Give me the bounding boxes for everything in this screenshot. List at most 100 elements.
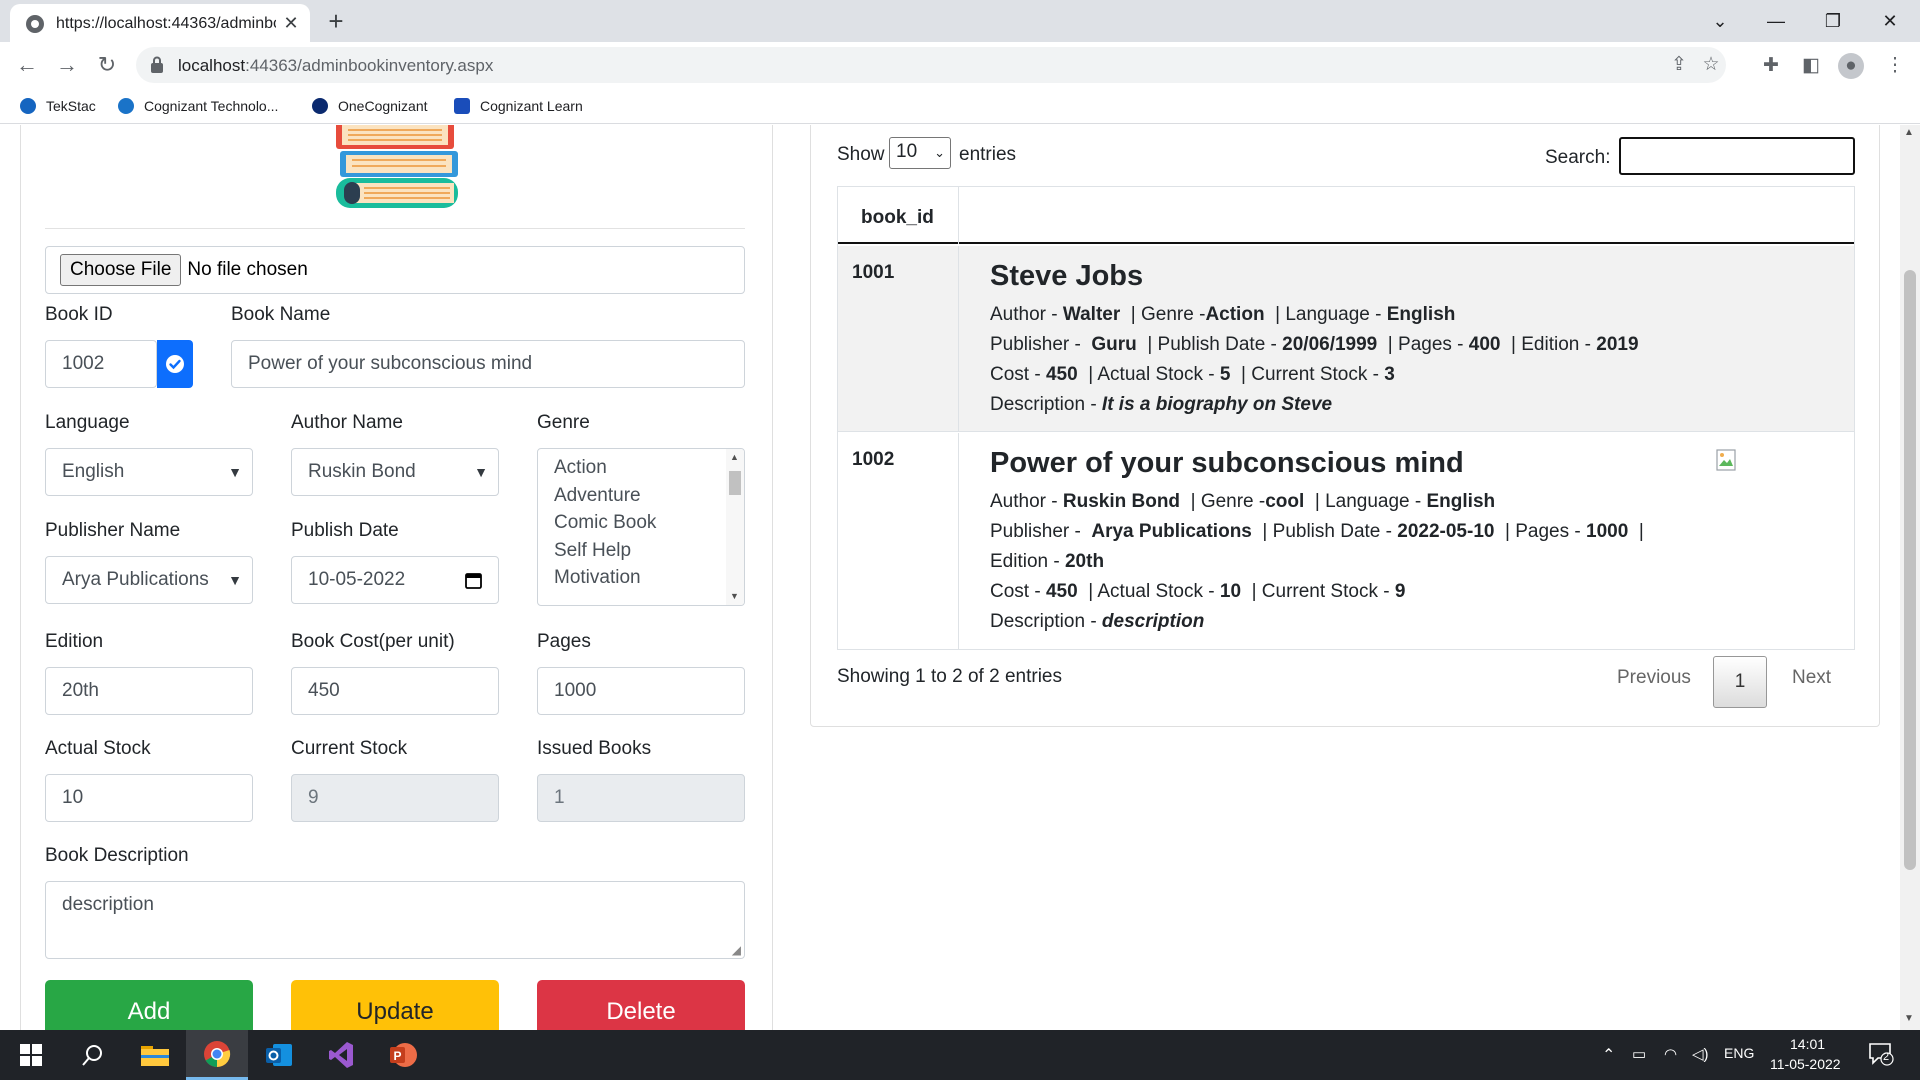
start-button[interactable]	[0, 1030, 62, 1080]
visual-studio-icon	[329, 1042, 353, 1068]
genre-option[interactable]: Comic Book	[554, 512, 656, 534]
file-status: No file chosen	[187, 259, 308, 280]
table-row[interactable]: 1002 Power of your subconscious mind Aut…	[838, 433, 1854, 649]
tab-search-icon[interactable]: ⌄	[1700, 6, 1740, 36]
row-line-author: Author - Walter | Genre -Action | Langua…	[990, 304, 1456, 325]
volume-icon[interactable]: ◁)	[1692, 1045, 1709, 1063]
actual-stock-input[interactable]: 10	[45, 774, 253, 822]
bookmark-cognizant-learn[interactable]: Cognizant Learn	[454, 96, 583, 116]
extensions-icon[interactable]: ✚	[1758, 53, 1784, 79]
minimize-button[interactable]: —	[1756, 6, 1796, 36]
table-header[interactable]: book_id	[838, 187, 1854, 244]
page-scrollbar[interactable]: ▲ ▼	[1900, 125, 1920, 1030]
bookmark-cognizant-technology[interactable]: Cognizant Technolo...	[118, 96, 278, 116]
publisher-select[interactable]: Arya Publications ▼	[45, 556, 253, 604]
genre-option[interactable]: Motivation	[554, 567, 641, 589]
visual-studio-button[interactable]	[310, 1030, 372, 1080]
notifications-button[interactable]: 2	[1868, 1042, 1894, 1066]
tab-close-icon[interactable]: ✕	[280, 12, 302, 34]
chrome-button[interactable]	[186, 1030, 248, 1080]
book-id-input[interactable]: 1002	[45, 340, 157, 388]
search-button[interactable]	[62, 1030, 124, 1080]
globe-icon	[26, 15, 44, 33]
restore-button[interactable]: ❐	[1813, 6, 1853, 36]
publish-date-label: Publish Date	[291, 520, 399, 541]
entries-select[interactable]: 10 ⌄	[889, 137, 951, 169]
genre-scrollbar[interactable]: ▲ ▼	[726, 449, 744, 605]
star-icon[interactable]: ☆	[1698, 52, 1724, 78]
table-row[interactable]: 1001 Steve Jobs Author - Walter | Genre …	[838, 246, 1854, 432]
close-window-button[interactable]: ✕	[1870, 6, 1910, 36]
entries-value: 10	[896, 141, 918, 162]
side-panel-icon[interactable]: ◧	[1798, 53, 1824, 79]
browser-tab[interactable]: https://localhost:44363/adminbo ✕	[10, 4, 310, 42]
share-icon[interactable]: ⇪	[1666, 52, 1692, 78]
genre-option[interactable]: Self Help	[554, 540, 631, 562]
row-book-title: Power of your subconscious mind	[990, 447, 1464, 479]
genre-option[interactable]: Adventure	[554, 485, 641, 507]
search-input[interactable]	[1619, 137, 1855, 175]
resize-handle-icon[interactable]: ◢	[732, 943, 741, 957]
book-cost-input[interactable]: 450	[291, 667, 499, 715]
file-upload-field[interactable]: Choose File No file chosen	[45, 246, 745, 294]
scroll-thumb[interactable]	[1904, 270, 1916, 870]
wifi-icon[interactable]: ◠	[1664, 1045, 1677, 1063]
author-name-label: Author Name	[291, 412, 403, 433]
genre-option[interactable]: Action	[554, 457, 607, 479]
broken-image-icon	[1716, 449, 1736, 471]
scroll-up-icon[interactable]: ▲	[730, 452, 739, 462]
scroll-down-icon[interactable]: ▼	[730, 591, 739, 601]
new-tab-button[interactable]: +	[322, 8, 350, 36]
edition-input[interactable]: 20th	[45, 667, 253, 715]
file-explorer-button[interactable]	[124, 1030, 186, 1080]
back-icon[interactable]: ←	[12, 50, 42, 80]
scroll-down-icon[interactable]: ▼	[1904, 1013, 1914, 1024]
publish-date-input[interactable]: 10-05-2022	[291, 556, 499, 604]
calendar-icon[interactable]	[465, 572, 482, 589]
scroll-thumb[interactable]	[729, 471, 741, 495]
delete-button[interactable]: Delete	[537, 980, 745, 1030]
reload-icon[interactable]: ↻	[92, 50, 122, 80]
book-description-label: Book Description	[45, 845, 189, 866]
bookmark-tekstac[interactable]: TekStac	[20, 96, 96, 116]
row-book-title: Steve Jobs	[990, 260, 1144, 292]
clock-date[interactable]: 11-05-2022	[1770, 1056, 1841, 1072]
language-indicator[interactable]: ENG	[1724, 1045, 1754, 1061]
pages-input[interactable]: 1000	[537, 667, 745, 715]
author-value: Ruskin Bond	[308, 461, 416, 482]
publish-date-value: 10-05-2022	[308, 569, 406, 590]
column-header-book-id[interactable]: book_id	[861, 207, 934, 229]
book-name-input[interactable]: Power of your subconscious mind	[231, 340, 745, 388]
browser-toolbar: ← → ↻ localhost:44363/adminbookinventory…	[0, 42, 1920, 88]
tray-overflow-icon[interactable]: ⌃	[1602, 1045, 1615, 1065]
update-button[interactable]: Update	[291, 980, 499, 1030]
folder-icon	[141, 1046, 169, 1066]
language-select[interactable]: English ▼	[45, 448, 253, 496]
menu-icon[interactable]: ⋮	[1882, 53, 1908, 79]
add-button[interactable]: Add	[45, 980, 253, 1030]
choose-file-button[interactable]: Choose File	[60, 254, 182, 286]
go-button[interactable]	[157, 340, 193, 388]
bookmark-onecognizant[interactable]: OneCognizant	[312, 96, 428, 116]
book-description-textarea[interactable]: description ◢	[45, 881, 745, 959]
author-select[interactable]: Ruskin Bond ▼	[291, 448, 499, 496]
powerpoint-button[interactable]: P	[372, 1030, 434, 1080]
address-bar[interactable]: localhost:44363/adminbookinventory.aspx …	[136, 47, 1726, 83]
next-page-button[interactable]: Next	[1792, 667, 1831, 689]
column-divider	[958, 433, 959, 649]
actual-stock-label: Actual Stock	[45, 738, 151, 759]
clock-time[interactable]: 14:01	[1790, 1036, 1825, 1052]
scroll-up-icon[interactable]: ▲	[1904, 127, 1914, 138]
previous-page-button[interactable]: Previous	[1617, 667, 1691, 689]
battery-icon[interactable]: ▭	[1632, 1045, 1646, 1063]
search-label: Search:	[1545, 147, 1611, 168]
notification-icon	[1869, 1043, 1894, 1066]
tekstac-icon	[20, 98, 36, 114]
profile-avatar-icon[interactable]: ●	[1838, 53, 1864, 79]
forward-icon[interactable]: →	[52, 50, 82, 80]
genre-listbox[interactable]: Action Adventure Comic Book Self Help Mo…	[537, 448, 745, 606]
entries-label: entries	[959, 144, 1017, 165]
outlook-button[interactable]	[248, 1030, 310, 1080]
issued-books-label: Issued Books	[537, 738, 652, 759]
page-1-button[interactable]: 1	[1713, 656, 1767, 708]
